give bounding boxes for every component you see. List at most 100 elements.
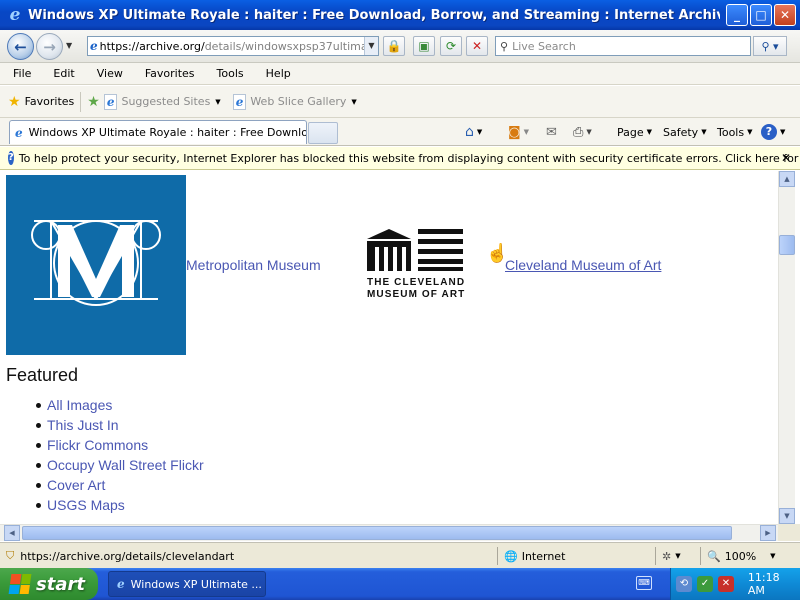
magnifier-icon: ⚲ ▾ [761,39,779,53]
featured-link[interactable]: This Just In [47,417,119,433]
vertical-scrollbar[interactable]: ▲ ▼ [778,171,795,524]
page-menu[interactable]: Page ▼ [617,123,652,141]
close-button[interactable]: ✕ [774,4,796,26]
scroll-down-icon[interactable]: ▼ [779,508,795,524]
address-input[interactable]: e https://archive.org/details/windowsxps… [87,36,379,56]
keyboard-icon[interactable]: ⌨ [636,576,652,590]
browser-tab[interactable]: e Windows XP Ultimate Royale : haiter : … [9,120,307,144]
menu-help[interactable]: Help [253,67,300,80]
cleveland-museum-link[interactable]: Cleveland Museum of Art [505,257,661,273]
suggested-sites-link[interactable]: Suggested Sites [121,95,210,108]
new-tab-button[interactable] [308,122,338,144]
command-bar: e Windows XP Ultimate Royale : haiter : … [0,118,800,146]
address-toolbar: ← → ▼ e https://archive.org/details/wind… [0,30,800,63]
metropolitan-museum-link[interactable]: Metropolitan Museum [186,257,321,273]
list-item[interactable]: Flickr Commons [36,435,204,455]
lock-icon[interactable]: 🔒 [383,36,405,56]
forward-button[interactable]: → [36,33,63,60]
menu-view[interactable]: View [84,67,132,80]
search-placeholder: Live Search [512,39,576,53]
menu-file[interactable]: File [0,67,40,80]
scroll-left-icon[interactable]: ◀ [4,525,20,541]
zone-label: Internet [521,549,566,563]
refresh-icon[interactable]: ⟳ [440,36,462,56]
security-zone[interactable]: 🌐 Internet [504,546,565,566]
dropdown-icon: ▼ [675,552,681,560]
web-slice-dropdown-icon[interactable]: ▼ [351,98,356,106]
list-item[interactable]: Cover Art [36,475,204,495]
safety-menu[interactable]: Safety ▼ [663,123,707,141]
url-host: https://archive.org/ [99,39,205,53]
minimize-button[interactable]: _ [726,4,748,26]
list-item[interactable]: This Just In [36,415,204,435]
featured-link[interactable]: Cover Art [47,477,105,493]
globe-icon: 🌐 [504,549,518,563]
list-item[interactable]: Occupy Wall Street Flickr [36,455,204,475]
menu-tools[interactable]: Tools [204,67,253,80]
page-icon: e [90,39,98,53]
add-favorite-icon[interactable]: ★ [87,94,100,110]
scroll-corner [778,524,800,541]
cma-building-icon [367,229,463,271]
tools-menu[interactable]: Tools ▼ [717,123,753,141]
menu-edit[interactable]: Edit [40,67,83,80]
featured-list: All Images This Just In Flickr Commons O… [36,395,204,515]
start-button[interactable]: start [0,568,98,600]
menu-favorites[interactable]: Favorites [132,67,204,80]
list-item[interactable]: All Images [36,395,204,415]
ie-page-icon: e [232,93,247,110]
divider [700,547,701,565]
security-center-icon[interactable]: ✓ [696,576,713,592]
shield-status-icon: ⛉ [6,549,15,562]
horizontal-scrollbar[interactable]: ◀ ▶ [0,524,778,541]
suggested-sites-dropdown-icon[interactable]: ▼ [215,98,220,106]
metropolitan-museum-logo[interactable] [6,175,186,355]
window-titlebar[interactable]: e Windows XP Ultimate Royale : haiter : … [0,0,800,30]
print-icon[interactable]: ⎙ ▼ [573,123,592,141]
taskbar: start e Windows XP Ultimate ... ⌨ ⟲ ✓ ✕ … [0,568,800,600]
history-dropdown-icon[interactable]: ▼ [66,41,72,50]
rss-feed-icon[interactable]: ◙ ▼ [508,123,529,141]
clock: 11:18 AM [747,571,780,597]
close-info-bar-icon[interactable]: ✕ [781,151,791,165]
address-dropdown-icon[interactable]: ▼ [364,37,378,55]
search-input[interactable]: ⚲ Live Search [495,36,751,56]
list-item[interactable]: USGS Maps [36,495,204,515]
ie-page-icon: e [103,93,118,110]
vertical-scroll-thumb[interactable] [779,235,795,255]
favorites-button[interactable]: Favorites [25,95,75,108]
help-icon[interactable]: ? ▼ [761,123,785,141]
compatibility-view-icon[interactable]: ▣ [413,36,435,56]
security-info-bar[interactable]: ? To help protect your security, Interne… [0,147,800,170]
horizontal-scroll-thumb[interactable] [22,526,732,540]
ie-logo-icon: e [9,5,21,25]
back-button[interactable]: ← [7,33,34,60]
start-label: start [36,573,85,595]
home-icon[interactable]: ⌂ ▼ [465,123,482,141]
protected-mode-button[interactable]: ✲ ▼ [662,546,681,566]
minimize-icon: _ [734,8,740,22]
featured-link[interactable]: USGS Maps [47,497,125,513]
web-slice-gallery-link[interactable]: Web Slice Gallery [250,95,346,108]
shield-alert-icon[interactable]: ✕ [717,576,734,592]
featured-link[interactable]: All Images [47,397,112,413]
network-icon[interactable]: ⟲ [676,576,692,592]
separator [80,91,82,112]
scroll-right-icon[interactable]: ▶ [760,525,776,541]
mail-icon[interactable]: ✉ [546,123,557,141]
ie-taskbar-icon: e [117,577,125,591]
menu-bar: File Edit View Favorites Tools Help [0,63,800,85]
cma-logo-line1: THE CLEVELAND [367,277,466,288]
zoom-control[interactable]: 🔍 100% ▼ [707,546,776,566]
page-content: Metropolitan Museum THE CLEVELAND MUSEUM… [0,171,778,524]
search-button[interactable]: ⚲ ▾ [753,36,787,56]
taskbar-item-ie[interactable]: e Windows XP Ultimate ... [108,571,266,597]
scroll-up-icon[interactable]: ▲ [779,171,795,187]
settings-icon: ✲ [662,549,672,563]
featured-link[interactable]: Occupy Wall Street Flickr [47,457,204,473]
stop-icon[interactable]: ✕ [466,36,488,56]
maximize-button[interactable]: □ [750,4,772,26]
featured-link[interactable]: Flickr Commons [47,437,148,453]
divider [655,547,656,565]
bullet [36,502,41,508]
